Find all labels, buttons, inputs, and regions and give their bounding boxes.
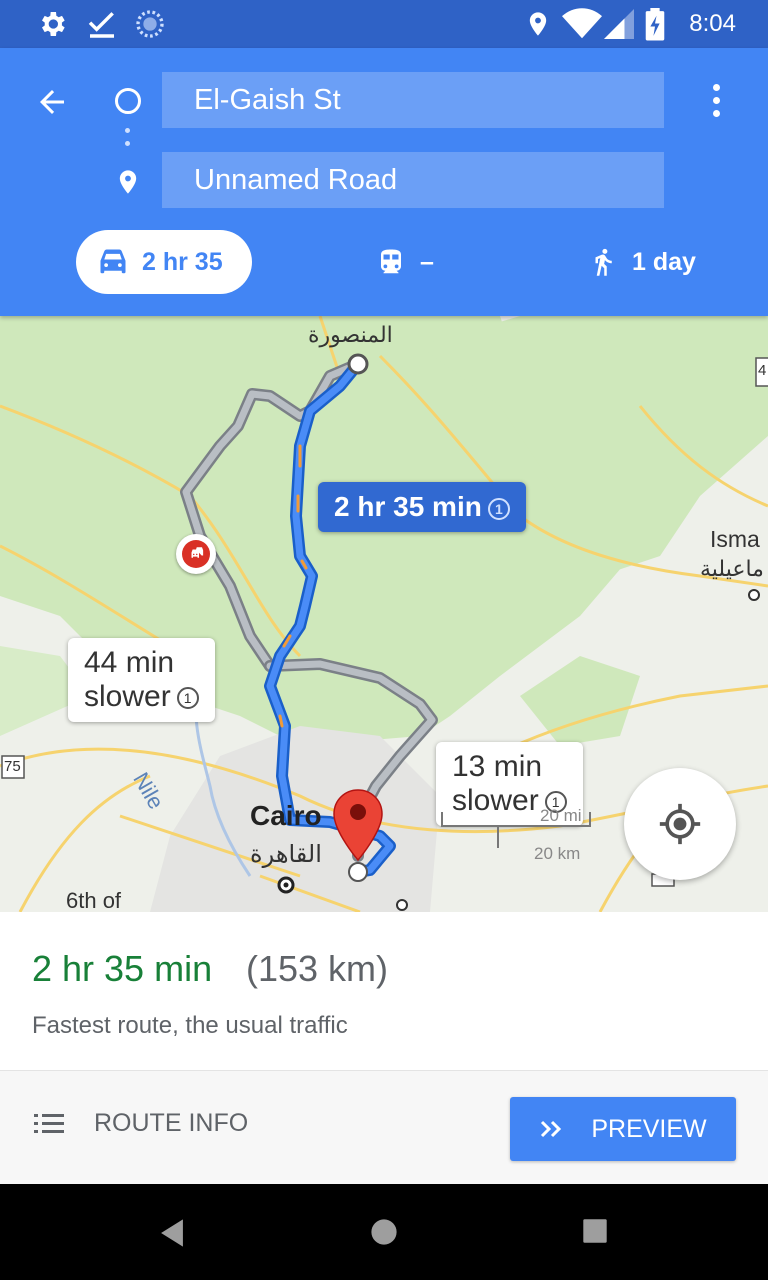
location-icon	[529, 12, 547, 36]
nav-back-icon[interactable]	[158, 1218, 186, 1248]
wifi-icon	[562, 8, 602, 39]
info-icon: 1	[176, 687, 199, 710]
tab-driving[interactable]: 2 hr 35	[76, 230, 252, 294]
map-label-ismailia-ar: ماعيلية	[700, 556, 764, 581]
route-distance: (153 km)	[246, 948, 389, 989]
signal-icon	[604, 9, 634, 39]
destination-point	[348, 862, 368, 882]
map-label-cairo-ar: القاهرة	[250, 841, 322, 868]
arrow-back-icon	[40, 90, 64, 114]
more-vert-icon	[712, 83, 720, 91]
directions-header: El-Gaish St Unnamed Road 2 hr 35 – 1 day	[0, 48, 768, 316]
alt-route-1-slower: slower	[84, 680, 171, 713]
nav-recents-icon[interactable]	[582, 1218, 608, 1244]
check-icon	[88, 12, 114, 38]
sync-icon	[136, 10, 164, 38]
traffic-incident-marker[interactable]	[176, 534, 216, 574]
double-chevron-icon	[541, 1120, 562, 1138]
green-area	[520, 656, 640, 746]
route-duration: 2 hr 35 min	[32, 948, 213, 989]
more-options-button[interactable]	[700, 78, 732, 122]
car-icon	[100, 249, 126, 274]
map-label-mansoura: المنصورة	[308, 322, 393, 347]
map-label-6th-of: 6th of	[66, 888, 122, 912]
map-view[interactable]: المنصورة Isma ماعيلية Cairo القاهرة Nile…	[0, 316, 768, 912]
map-scale: 20 mi 20 km	[440, 806, 600, 871]
origin-field[interactable]: El-Gaish St	[162, 72, 664, 128]
transit-duration: –	[420, 247, 434, 276]
info-icon: 1	[487, 497, 510, 520]
alt-route-2-time: 13 min	[452, 750, 543, 783]
map-label-ismailia: Isma	[710, 526, 760, 552]
route-actions-bar: ROUTE INFO PREVIEW	[0, 1070, 768, 1184]
route-info-button[interactable]: ROUTE INFO	[34, 1109, 248, 1138]
my-location-icon	[659, 803, 701, 845]
primary-route-duration: 2 hr 35 min	[334, 491, 482, 522]
scale-km: 20 km	[534, 844, 581, 863]
back-button[interactable]	[28, 78, 76, 126]
primary-route-duration-bubble[interactable]: 2 hr 35 min 1	[318, 482, 526, 532]
train-icon	[381, 249, 401, 274]
gear-icon	[42, 12, 65, 36]
system-navigation-bar	[0, 1184, 768, 1280]
nav-home-icon[interactable]	[370, 1218, 398, 1246]
route-description: Fastest route, the usual traffic	[32, 1012, 348, 1039]
alt-route-1-bubble[interactable]: 44 min slower 1	[68, 638, 215, 722]
walking-duration: 1 day	[632, 247, 696, 276]
preview-label: PREVIEW	[591, 1114, 707, 1143]
route-info-label: ROUTE INFO	[94, 1109, 249, 1137]
destination-pin-icon	[119, 170, 137, 194]
tab-walking[interactable]: 1 day	[588, 230, 696, 294]
alt-route-1-time: 44 min	[84, 646, 175, 679]
destination-field[interactable]: Unnamed Road	[162, 152, 664, 208]
status-bar: 8:04	[0, 0, 768, 48]
travel-mode-tabs: 2 hr 35 – 1 day	[0, 230, 768, 294]
list-icon	[34, 1113, 64, 1133]
tab-transit[interactable]: –	[376, 230, 434, 294]
route-dots-icon	[125, 128, 130, 154]
road-number-4: 4	[758, 362, 767, 379]
traffic-jam-icon	[191, 547, 204, 558]
preview-button[interactable]: PREVIEW	[510, 1097, 736, 1161]
my-location-button[interactable]	[624, 768, 736, 880]
driving-duration: 2 hr 35	[142, 247, 223, 276]
origin-marker	[347, 353, 369, 375]
battery-icon	[645, 8, 665, 41]
route-summary-card[interactable]: 2 hr 35 min (153 km) Fastest route, the …	[0, 912, 768, 1070]
map-label-cairo: Cairo	[250, 800, 322, 831]
origin-circle-icon	[115, 88, 141, 114]
road-number-75: 75	[4, 758, 21, 775]
walk-icon	[595, 248, 612, 276]
status-time: 8:04	[689, 10, 736, 37]
scale-mi: 20 mi	[540, 806, 582, 825]
